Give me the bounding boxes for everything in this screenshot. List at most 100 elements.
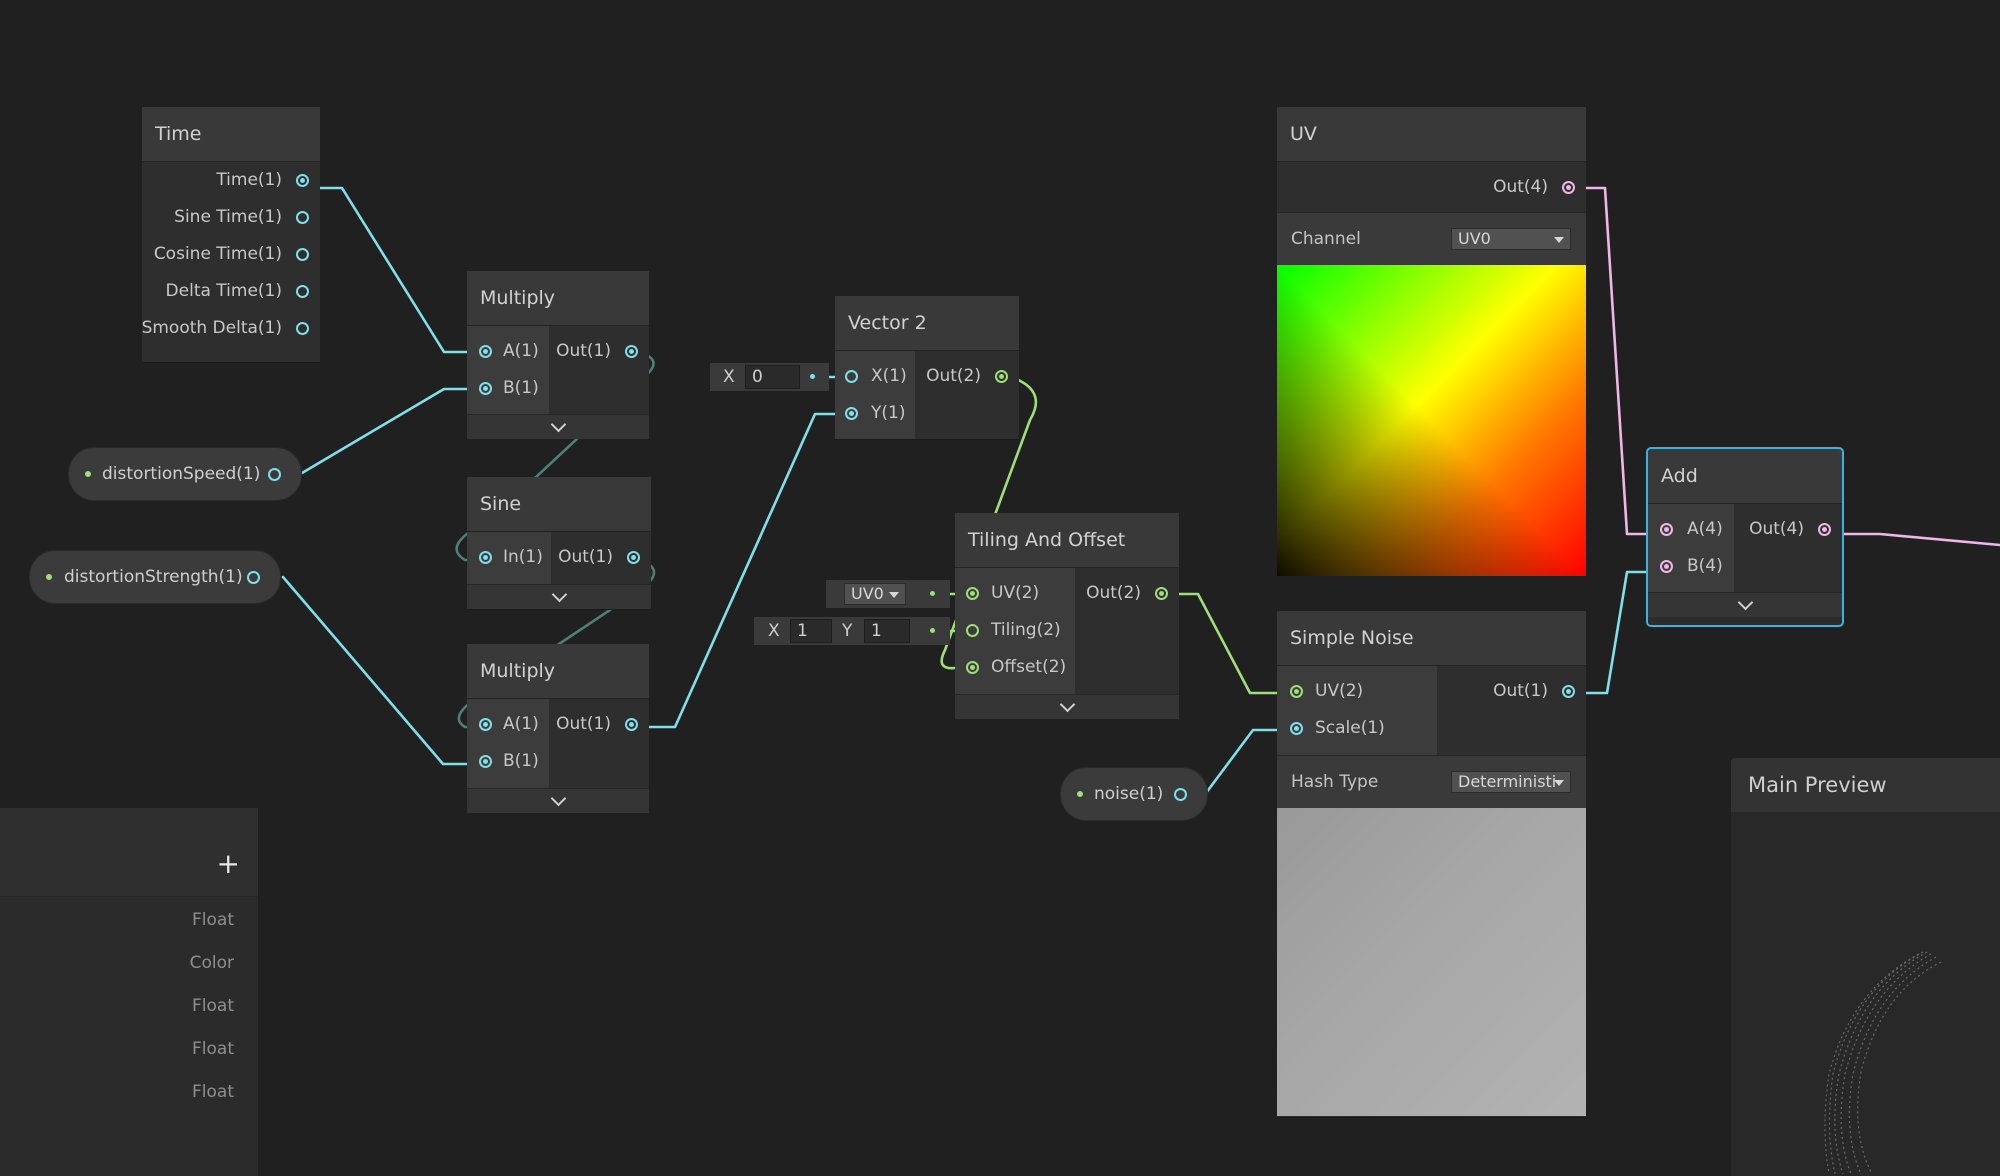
input-port-icon[interactable] xyxy=(1660,523,1673,536)
input-port-icon[interactable] xyxy=(479,718,492,731)
multiply-node-1[interactable]: Multiply A(1) B(1) Out(1) xyxy=(467,271,649,439)
collapse-button[interactable] xyxy=(1648,592,1842,617)
tiling-y-input[interactable]: 1 xyxy=(864,619,910,643)
output-port-icon[interactable] xyxy=(995,370,1008,383)
input-port-icon[interactable] xyxy=(479,345,492,358)
port-label: Cosine Time(1) xyxy=(153,244,282,264)
input-port-icon[interactable] xyxy=(479,755,492,768)
vector2-node[interactable]: Vector 2 X(1) Y(1) Out(2) xyxy=(835,296,1019,439)
wire-tiling-to-noise-uv[interactable] xyxy=(1165,592,1292,695)
input-scale[interactable]: Scale(1) xyxy=(1277,710,1385,747)
output-out[interactable]: Out(4) xyxy=(1749,511,1831,548)
input-b[interactable]: B(1) xyxy=(467,743,539,780)
tiling-vector-field[interactable]: X 1 Y 1 xyxy=(754,617,950,645)
input-offset[interactable]: Offset(2) xyxy=(955,649,1066,686)
collapse-button[interactable] xyxy=(467,788,649,813)
input-port-icon[interactable] xyxy=(479,551,492,564)
wire-multiply2-to-vector2-y[interactable] xyxy=(636,412,849,729)
collapse-button[interactable] xyxy=(467,584,651,609)
input-a[interactable]: A(4) xyxy=(1648,511,1723,548)
sine-node[interactable]: Sine In(1) Out(1) xyxy=(467,477,651,609)
output-port-icon[interactable] xyxy=(296,211,309,224)
output-out[interactable]: Out(1) xyxy=(556,333,638,370)
input-port-icon[interactable] xyxy=(1660,560,1673,573)
wire-speed-to-multiply1-b[interactable] xyxy=(300,387,485,475)
input-b[interactable]: B(1) xyxy=(467,370,539,407)
uv-node[interactable]: UV Out(4) Channel UV0 xyxy=(1277,107,1586,576)
input-port-icon[interactable] xyxy=(966,587,979,600)
output-port-icon[interactable] xyxy=(1155,587,1168,600)
input-port-icon[interactable] xyxy=(1290,685,1303,698)
output-port-icon[interactable] xyxy=(625,345,638,358)
uv-channel-dropdown[interactable]: UV0 xyxy=(844,583,906,605)
time-node[interactable]: Time Time(1) Sine Time(1) Cosine Time(1)… xyxy=(142,107,320,362)
output-out[interactable]: Out(1) xyxy=(556,706,638,743)
port-cosine-time[interactable]: Cosine Time(1) xyxy=(153,236,309,273)
chevron-down-icon xyxy=(550,416,567,433)
tiling-x-input[interactable]: 1 xyxy=(790,619,832,643)
input-in[interactable]: In(1) xyxy=(467,539,543,576)
input-port-icon[interactable] xyxy=(966,661,979,674)
input-uv[interactable]: UV(2) xyxy=(955,575,1039,612)
add-node[interactable]: Add A(4) B(4) Out(4) xyxy=(1646,447,1844,627)
main-preview-panel[interactable]: Main Preview xyxy=(1731,758,2000,1176)
add-property-button[interactable]: + xyxy=(217,850,240,878)
output-port-icon[interactable] xyxy=(268,468,281,481)
property-distortion-strength[interactable]: distortionStrength(1) xyxy=(29,550,281,604)
output-port-icon[interactable] xyxy=(296,174,309,187)
output-port-icon[interactable] xyxy=(296,285,309,298)
port-time[interactable]: Time(1) xyxy=(216,162,309,199)
output-port-icon[interactable] xyxy=(1562,181,1575,194)
input-port-icon[interactable] xyxy=(845,370,858,383)
blackboard-row[interactable]: Float xyxy=(192,1039,234,1059)
input-b[interactable]: B(4) xyxy=(1648,548,1723,585)
dropdown-arrow-icon xyxy=(889,592,899,598)
port-sine-time[interactable]: Sine Time(1) xyxy=(174,199,309,236)
output-port-icon[interactable] xyxy=(296,248,309,261)
input-port-icon[interactable] xyxy=(1290,722,1303,735)
output-port-icon[interactable] xyxy=(627,551,640,564)
output-out[interactable]: Out(2) xyxy=(1086,575,1168,612)
input-port-icon[interactable] xyxy=(479,382,492,395)
output-port-icon[interactable] xyxy=(247,571,260,584)
input-port-icon[interactable] xyxy=(966,624,979,637)
output-port-icon[interactable] xyxy=(1174,788,1187,801)
output-out[interactable]: Out(1) xyxy=(558,539,640,576)
tiling-and-offset-node[interactable]: Tiling And Offset UV(2) Tiling(2) Offset… xyxy=(955,513,1179,719)
input-tiling[interactable]: Tiling(2) xyxy=(955,612,1061,649)
output-port-icon[interactable] xyxy=(625,718,638,731)
input-y[interactable]: Y(1) xyxy=(835,395,905,432)
blackboard-row[interactable]: Float xyxy=(192,910,234,930)
blackboard-row[interactable]: Color xyxy=(190,953,234,973)
vector2-x-field[interactable]: X 0 xyxy=(710,363,829,391)
output-out[interactable]: Out(2) xyxy=(926,358,1008,395)
wire-time-to-multiply1-a[interactable] xyxy=(301,186,485,354)
node-title: Simple Noise xyxy=(1277,611,1586,666)
multiply-node-2[interactable]: Multiply A(1) B(1) Out(1) xyxy=(467,644,649,813)
collapse-button[interactable] xyxy=(955,694,1179,719)
collapse-button[interactable] xyxy=(467,414,649,439)
output-out[interactable]: Out(4) xyxy=(1493,169,1575,206)
output-port-icon[interactable] xyxy=(1818,523,1831,536)
blackboard-row[interactable]: Float xyxy=(192,1082,234,1102)
port-delta-time[interactable]: Delta Time(1) xyxy=(166,273,309,310)
property-noise[interactable]: noise(1) xyxy=(1060,767,1208,821)
tiling-uv-field[interactable]: UV0 xyxy=(826,580,950,608)
input-a[interactable]: A(1) xyxy=(467,333,539,370)
hash-type-dropdown[interactable]: Deterministi xyxy=(1451,771,1571,793)
channel-dropdown[interactable]: UV0 xyxy=(1451,228,1571,250)
input-a[interactable]: A(1) xyxy=(467,706,539,743)
input-port-icon[interactable] xyxy=(845,407,858,420)
input-uv[interactable]: UV(2) xyxy=(1277,673,1363,710)
simple-noise-node[interactable]: Simple Noise UV(2) Scale(1) Out(1) Hash … xyxy=(1277,611,1586,1117)
port-smooth-delta[interactable]: Smooth Delta(1) xyxy=(142,310,309,347)
output-out[interactable]: Out(1) xyxy=(1493,673,1575,710)
wire-strength-to-multiply2-b[interactable] xyxy=(281,575,485,766)
property-distortion-speed[interactable]: distortionSpeed(1) xyxy=(68,447,302,501)
x-value-input[interactable]: 0 xyxy=(745,365,800,389)
wire-add-output[interactable] xyxy=(1834,532,2000,547)
output-port-icon[interactable] xyxy=(1562,685,1575,698)
input-x[interactable]: X(1) xyxy=(835,358,907,395)
blackboard-row[interactable]: Float xyxy=(192,996,234,1016)
output-port-icon[interactable] xyxy=(296,322,309,335)
